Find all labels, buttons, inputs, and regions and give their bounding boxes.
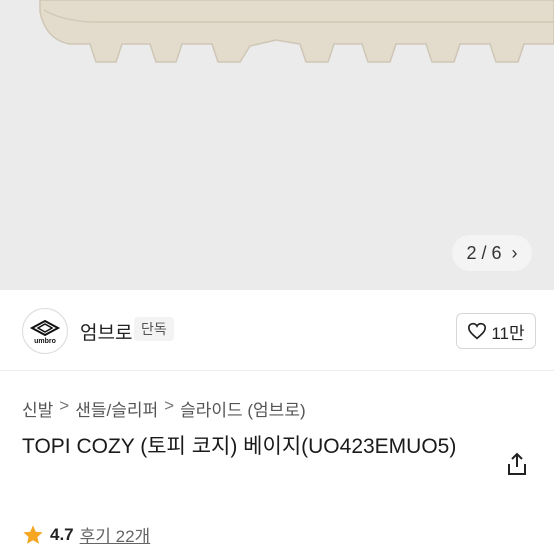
breadcrumb-separator: > [59,396,70,415]
brand-row: umbro 엄브로 단독 11만 [0,290,554,371]
exclusive-badge: 단독 [134,317,174,341]
breadcrumb-item-slides[interactable]: 슬라이드 (엄브로) [180,396,306,421]
brand-logo[interactable]: umbro [22,308,68,354]
pager-total: 6 [491,242,502,263]
pager-text: 2 / 6 [466,243,501,264]
gallery-pager[interactable]: 2 / 6 › [452,235,532,271]
breadcrumb-item-sandals[interactable]: 샌들/슬리퍼 [75,396,158,421]
pager-separator: / [481,242,487,263]
like-count: 11만 [491,323,525,343]
brand-name[interactable]: 엄브로 [80,318,132,345]
breadcrumb-separator: > [164,396,175,415]
like-button[interactable]: 11만 [456,313,536,349]
star-icon [23,524,43,544]
reviews-link[interactable]: 후기 22개 [80,522,151,547]
rating-score: 4.7 [50,524,74,544]
product-title: TOPI COZY (토피 코지) 베이지(UO423EMUO5) [22,435,457,458]
breadcrumb: 신발 > 샌들/슬리퍼 > 슬라이드 (엄브로) [22,396,306,421]
umbro-diamond-icon: umbro [29,319,61,345]
breadcrumb-item-shoes[interactable]: 신발 [22,396,53,421]
brand-logo-text: umbro [34,338,56,345]
share-icon[interactable] [506,452,528,476]
heart-outline-icon [468,322,487,340]
pager-current: 2 [466,242,477,263]
rating-row: 4.7 후기 22개 [22,522,150,547]
product-image-gallery[interactable]: 2 / 6 › [0,0,554,290]
chevron-right-icon[interactable]: › [512,243,518,264]
